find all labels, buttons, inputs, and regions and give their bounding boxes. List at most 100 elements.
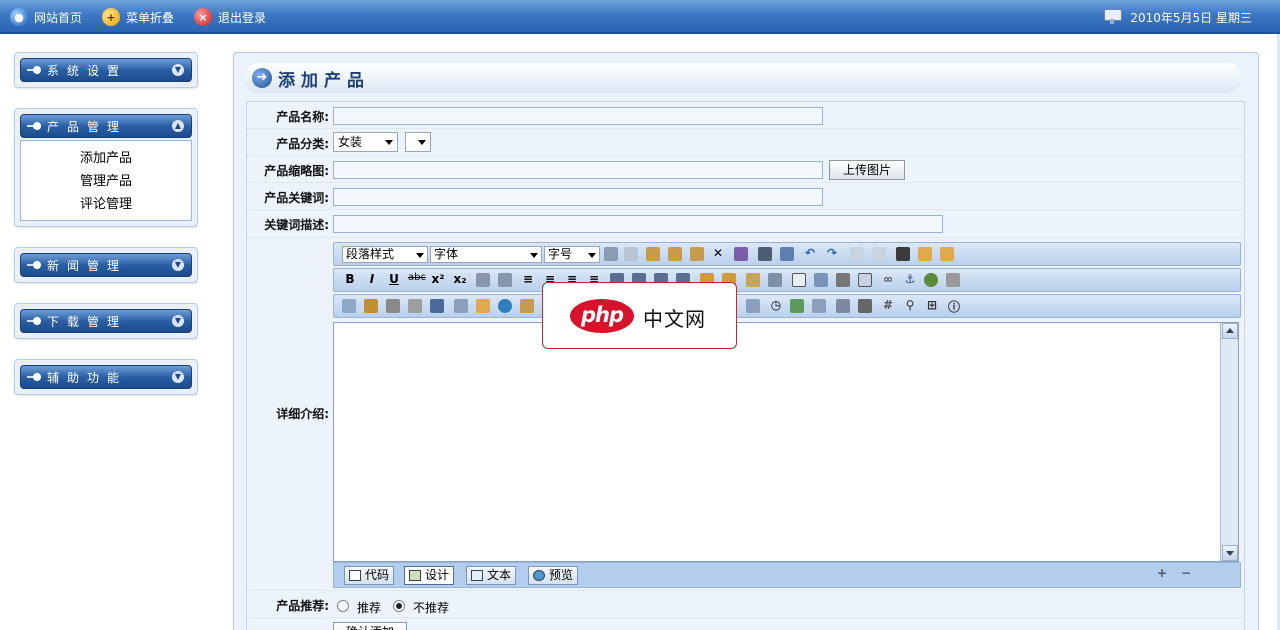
globe-icon[interactable] xyxy=(498,299,512,313)
italic-icon[interactable]: I xyxy=(364,272,380,286)
mode-design-button[interactable]: 设计 xyxy=(404,566,455,585)
keywords-input[interactable] xyxy=(333,188,823,206)
grid-icon[interactable]: # xyxy=(880,298,896,312)
select-icon[interactable] xyxy=(850,247,864,261)
print-icon[interactable] xyxy=(858,299,872,313)
info-icon[interactable]: ⓘ xyxy=(946,298,962,315)
page-break-icon[interactable] xyxy=(836,299,850,313)
pointer-icon[interactable] xyxy=(872,247,886,261)
table-icon[interactable] xyxy=(454,299,468,313)
fit-icon[interactable]: ⊞ xyxy=(924,298,940,312)
zoom-icon[interactable]: ⚲ xyxy=(902,298,918,312)
product-name-input[interactable] xyxy=(333,107,823,125)
shrink-icon[interactable]: − xyxy=(1178,566,1194,580)
paste-word-icon[interactable] xyxy=(690,247,704,261)
mode-preview-button[interactable]: 预览 xyxy=(528,566,579,585)
collapse-menu-link[interactable]: + 菜单折叠 xyxy=(102,8,174,26)
product-submenu: 添加产品 管理产品 评论管理 xyxy=(20,140,192,221)
calendar-icon[interactable] xyxy=(746,299,760,313)
file-icon[interactable] xyxy=(430,299,444,313)
sidebar-header-label: 下载管理 xyxy=(47,314,128,329)
redo-icon[interactable]: ↷ xyxy=(824,246,840,260)
delete-icon[interactable]: ✕ xyxy=(710,246,726,260)
flash-icon[interactable] xyxy=(364,299,378,313)
font-grow-icon[interactable] xyxy=(476,273,490,287)
detail-label: 详细介绍: xyxy=(276,407,329,421)
paste-text-icon[interactable] xyxy=(668,247,682,261)
mode-code-label: 代码 xyxy=(365,568,390,582)
bold-icon[interactable]: B xyxy=(342,272,358,286)
media-icon[interactable] xyxy=(386,299,400,313)
description-input[interactable] xyxy=(333,215,943,233)
input-field-icon[interactable] xyxy=(858,273,872,287)
sidebar-item-add-product[interactable]: 添加产品 xyxy=(21,147,191,170)
scroll-down-icon[interactable] xyxy=(1222,545,1238,561)
sidebar-header-system[interactable]: 系统设置 ▼ xyxy=(20,58,192,82)
unlink-icon[interactable] xyxy=(946,273,960,287)
anchor-icon[interactable]: ⚓ xyxy=(902,272,918,286)
upload-image-button[interactable]: 上传图片 xyxy=(829,160,905,180)
find-icon[interactable] xyxy=(758,247,772,261)
special-char-icon[interactable] xyxy=(476,299,490,313)
logout-link[interactable]: × 退出登录 xyxy=(194,8,266,26)
forward-layer-icon[interactable] xyxy=(918,247,932,261)
home-link[interactable]: ● 网站首页 xyxy=(10,8,82,26)
recommend-no-label: 不推荐 xyxy=(413,601,450,615)
sidebar-header-tools[interactable]: 辅助功能 ▼ xyxy=(20,365,192,389)
mode-code-button[interactable]: 代码 xyxy=(344,566,395,585)
horizontal-rule-icon[interactable] xyxy=(836,273,850,287)
arrow-right-icon: ➜ xyxy=(252,68,272,88)
sidebar-header-download[interactable]: 下载管理 ▼ xyxy=(20,309,192,333)
clear-format-icon[interactable] xyxy=(734,247,748,261)
excel-icon[interactable] xyxy=(790,299,804,313)
time-icon[interactable]: ◷ xyxy=(768,298,784,312)
mode-text-button[interactable]: 文本 xyxy=(466,566,517,585)
fullscreen-icon[interactable] xyxy=(896,247,910,261)
backward-layer-icon[interactable] xyxy=(940,247,954,261)
bullet-icon xyxy=(27,261,41,269)
font-size-select[interactable]: 字号 xyxy=(544,246,600,263)
category-label: 产品分类: xyxy=(276,137,329,151)
format-icon[interactable] xyxy=(768,273,782,287)
layer-icon[interactable] xyxy=(814,273,828,287)
category-value: 女装 xyxy=(338,135,363,149)
font-size-value: 字号 xyxy=(548,247,573,261)
screen-icon[interactable] xyxy=(812,299,826,313)
sidebar-panel-tools: 辅助功能 ▼ xyxy=(14,359,198,395)
underline-icon[interactable]: U xyxy=(386,272,402,286)
paragraph-style-select[interactable]: 段落样式 xyxy=(342,246,428,263)
sidebar-header-product[interactable]: 产品管理 ▲ xyxy=(20,114,192,138)
upload-icon[interactable] xyxy=(520,299,534,313)
subcategory-select[interactable] xyxy=(405,132,431,152)
scroll-up-icon[interactable] xyxy=(1222,323,1238,339)
attachment-icon[interactable] xyxy=(408,299,422,313)
subscript-icon[interactable]: x₂ xyxy=(452,272,468,286)
spellcheck-icon[interactable] xyxy=(780,247,794,261)
map-icon[interactable] xyxy=(924,273,938,287)
copy-icon[interactable] xyxy=(624,247,638,261)
thumbnail-input[interactable] xyxy=(333,161,823,179)
font-select[interactable]: 字体 xyxy=(430,246,542,263)
font-shrink-icon[interactable] xyxy=(498,273,512,287)
editor-content-area[interactable] xyxy=(333,322,1239,562)
editor-scrollbar[interactable] xyxy=(1220,323,1238,561)
expand-icon[interactable]: + xyxy=(1154,566,1170,580)
submit-button[interactable]: 确认添加 xyxy=(333,622,407,630)
sidebar-item-comments[interactable]: 评论管理 xyxy=(21,193,191,216)
link-icon[interactable]: ∞ xyxy=(880,272,896,286)
strikethrough-icon[interactable]: abc xyxy=(408,272,426,283)
paint-icon[interactable] xyxy=(746,273,760,287)
category-select[interactable]: 女装 xyxy=(333,132,398,152)
sidebar-item-manage-product[interactable]: 管理产品 xyxy=(21,170,191,193)
superscript-icon[interactable]: x² xyxy=(430,272,446,286)
image-icon[interactable] xyxy=(342,299,356,313)
undo-icon[interactable]: ↶ xyxy=(802,246,818,260)
cut-icon[interactable] xyxy=(604,247,618,261)
design-icon xyxy=(409,570,421,581)
align-left-icon[interactable]: ≡ xyxy=(520,272,536,286)
paste-icon[interactable] xyxy=(646,247,660,261)
text-box-icon[interactable] xyxy=(792,273,806,287)
recommend-no-radio[interactable] xyxy=(393,600,405,612)
sidebar-header-news[interactable]: 新闻管理 ▼ xyxy=(20,253,192,277)
recommend-yes-radio[interactable] xyxy=(337,600,349,612)
